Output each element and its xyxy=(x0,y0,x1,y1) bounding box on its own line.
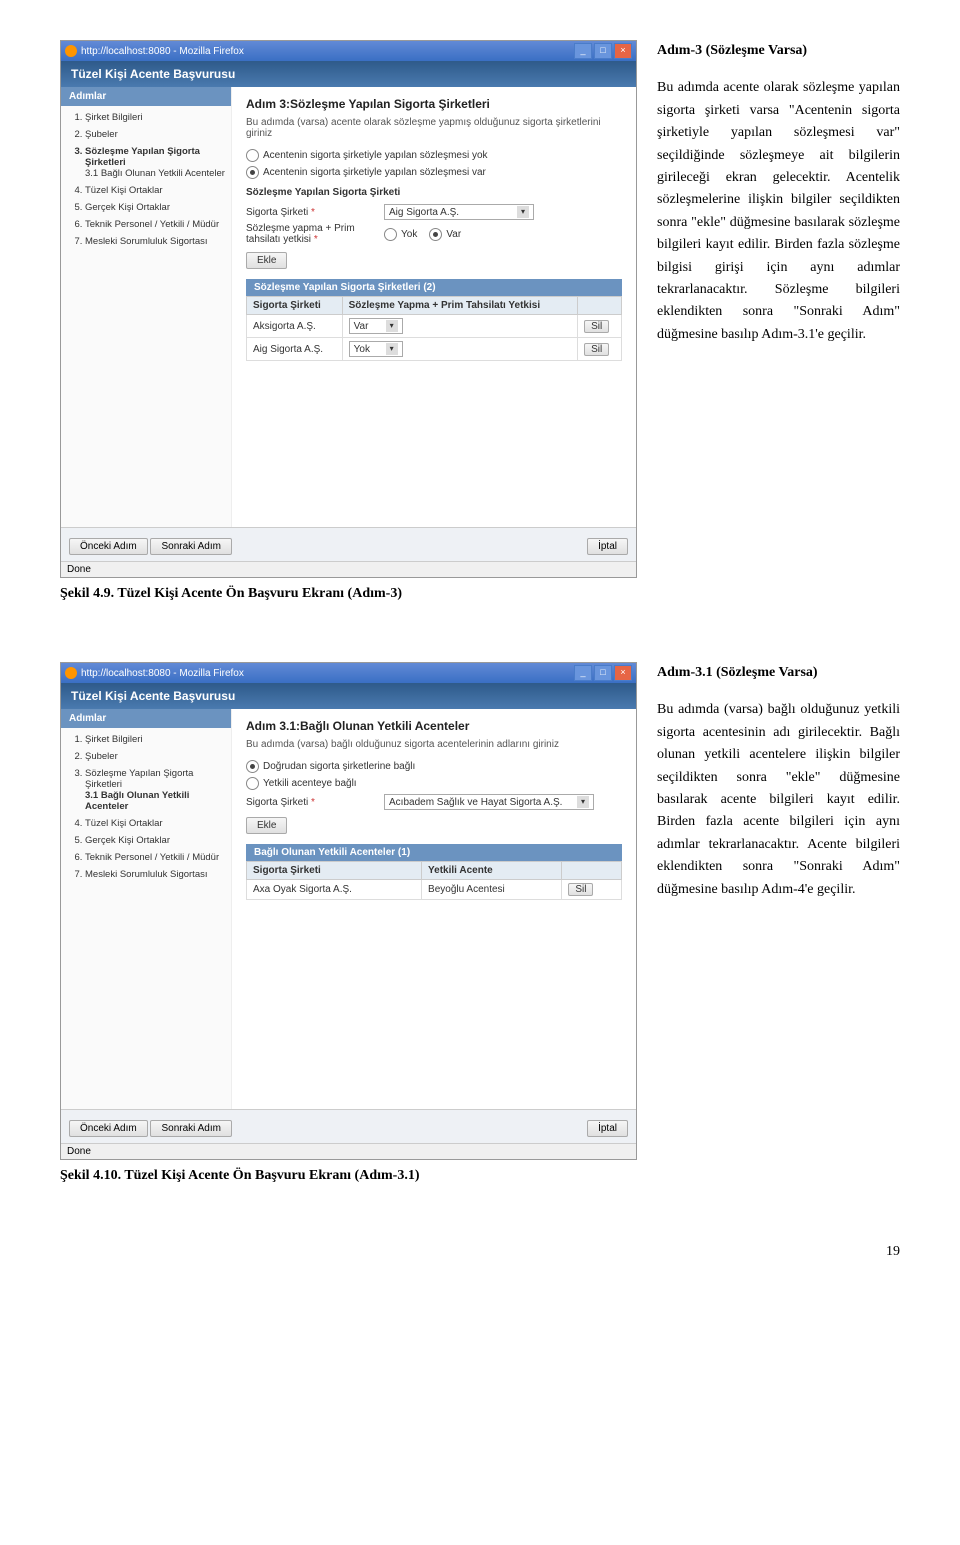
content-desc: Bu adımda (varsa) acente olarak sözleşme… xyxy=(246,117,622,139)
radio-icon xyxy=(246,760,259,773)
section-heading: Adım-3.1 (Sözleşme Varsa) xyxy=(657,662,900,684)
radio-icon xyxy=(246,166,259,179)
prev-button[interactable]: Önceki Adım xyxy=(69,538,148,555)
next-button[interactable]: Sonraki Adım xyxy=(150,1120,231,1137)
radio-yok[interactable]: Yok xyxy=(384,228,417,241)
step-3-1[interactable]: 3.1 Bağlı Olunan Yetkili Acenteler xyxy=(85,168,227,179)
screenshot-adim3-1: http://localhost:8080 - Mozilla Firefox … xyxy=(60,662,637,1160)
firefox-icon xyxy=(65,45,77,57)
table-head: Sözleşme Yapılan Sigorta Şirketleri (2) xyxy=(246,279,622,296)
maximize-button[interactable]: □ xyxy=(594,43,612,59)
label-yetki: Sözleşme yapma + Prim tahsilatı yetkisi … xyxy=(246,223,376,245)
cancel-button[interactable]: İptal xyxy=(587,538,628,555)
step-5[interactable]: Gerçek Kişi Ortaklar xyxy=(85,835,227,846)
sil-button[interactable]: Sil xyxy=(584,343,609,356)
radio-var[interactable]: Var xyxy=(429,228,461,241)
sil-button[interactable]: Sil xyxy=(584,320,609,333)
yetki-select[interactable]: Var▾ xyxy=(349,318,403,334)
ekle-button[interactable]: Ekle xyxy=(246,817,287,834)
minimize-button[interactable]: _ xyxy=(574,665,592,681)
status-bar: Done xyxy=(61,561,636,577)
section-paragraph: Bu adımda (varsa) bağlı olduğunuz yetkil… xyxy=(657,699,900,901)
cancel-button[interactable]: İptal xyxy=(587,1120,628,1137)
step-4[interactable]: Tüzel Kişi Ortaklar xyxy=(85,185,227,196)
label-company: Sigorta Şirketi * xyxy=(246,207,376,218)
radio-icon xyxy=(384,228,397,241)
step-4[interactable]: Tüzel Kişi Ortaklar xyxy=(85,818,227,829)
th-company: Sigorta Şirketi xyxy=(247,297,343,315)
figure-caption: Şekil 4.10. Tüzel Kişi Acente Ön Başvuru… xyxy=(60,1168,637,1184)
table-row: Aksigorta A.Ş. Var▾ Sil xyxy=(247,315,622,338)
radio-has-contract[interactable]: Acentenin sigorta şirketiyle yapılan söz… xyxy=(246,166,622,179)
company-select[interactable]: Aig Sigorta A.Ş. ▾ xyxy=(384,204,534,220)
step-3[interactable]: Sözleşme Yapılan Şigorta Şirketleri 3.1 … xyxy=(85,768,227,812)
page-title: Tüzel Kişi Acente Başvurusu xyxy=(61,683,636,709)
browser-titlebar: http://localhost:8080 - Mozilla Firefox … xyxy=(61,663,636,683)
status-bar: Done xyxy=(61,1143,636,1159)
label-company: Sigorta Şirketi * xyxy=(246,797,376,808)
sidebar-head: Adımlar xyxy=(61,709,231,728)
section-heading: Adım-3 (Sözleşme Varsa) xyxy=(657,40,900,62)
step-7[interactable]: Mesleki Sorumluluk Sigortası xyxy=(85,869,227,880)
step-2[interactable]: Şubeler xyxy=(85,129,227,140)
prev-button[interactable]: Önceki Adım xyxy=(69,1120,148,1137)
close-button[interactable]: × xyxy=(614,665,632,681)
table-head: Bağlı Olunan Yetkili Acenteler (1) xyxy=(246,844,622,861)
chevron-down-icon: ▾ xyxy=(517,206,529,218)
table-row: Aig Sigorta A.Ş. Yok▾ Sil xyxy=(247,338,622,361)
maximize-button[interactable]: □ xyxy=(594,665,612,681)
browser-titlebar: http://localhost:8080 - Mozilla Firefox … xyxy=(61,41,636,61)
page-number: 19 xyxy=(60,1244,900,1260)
step-7[interactable]: Mesleki Sorumluluk Sigortası xyxy=(85,236,227,247)
radio-no-contract[interactable]: Acentenin sigorta şirketiyle yapılan söz… xyxy=(246,149,622,162)
steps-sidebar: Adımlar Şirket Bilgileri Şubeler Sözleşm… xyxy=(61,709,232,1109)
radio-agent[interactable]: Yetkili acenteye bağlı xyxy=(246,777,622,790)
company-select[interactable]: Acıbadem Sağlık ve Hayat Sigorta A.Ş. ▾ xyxy=(384,794,594,810)
browser-title: http://localhost:8080 - Mozilla Firefox xyxy=(81,668,244,679)
step-1[interactable]: Şirket Bilgileri xyxy=(85,734,227,745)
step-1[interactable]: Şirket Bilgileri xyxy=(85,112,227,123)
firefox-icon xyxy=(65,667,77,679)
section-paragraph: Bu adımda acente olarak sözleşme yapılan… xyxy=(657,77,900,346)
browser-title: http://localhost:8080 - Mozilla Firefox xyxy=(81,46,244,57)
radio-icon xyxy=(429,228,442,241)
step-6[interactable]: Teknik Personel / Yetkili / Müdür xyxy=(85,219,227,230)
table-row: Axa Oyak Sigorta A.Ş. Beyoğlu Acentesi S… xyxy=(247,880,622,900)
sil-button[interactable]: Sil xyxy=(568,883,593,896)
step-3[interactable]: Sözleşme Yapılan Şigorta Şirketleri 3.1 … xyxy=(85,146,227,179)
steps-sidebar: Adımlar Şirket Bilgileri Şubeler Sözleşm… xyxy=(61,87,232,527)
page-title: Tüzel Kişi Acente Başvurusu xyxy=(61,61,636,87)
step-3-1[interactable]: 3.1 Bağlı Olunan Yetkili Acenteler xyxy=(85,790,227,812)
figure-caption: Şekil 4.9. Tüzel Kişi Acente Ön Başvuru … xyxy=(60,586,637,602)
chevron-down-icon: ▾ xyxy=(386,343,398,355)
screenshot-adim3: http://localhost:8080 - Mozilla Firefox … xyxy=(60,40,637,578)
subheading: Sözleşme Yapılan Sigorta Şirketi xyxy=(246,187,622,198)
th-yetki: Sözleşme Yapma + Prim Tahsilatı Yetkisi xyxy=(342,297,577,315)
step-5[interactable]: Gerçek Kişi Ortaklar xyxy=(85,202,227,213)
sidebar-head: Adımlar xyxy=(61,87,231,106)
radio-direct[interactable]: Doğrudan sigorta şirketlerine bağlı xyxy=(246,760,622,773)
content-desc: Bu adımda (varsa) bağlı olduğunuz sigort… xyxy=(246,739,622,750)
agents-table: Sigorta Şirketi Yetkili Acente Axa Oyak … xyxy=(246,861,622,900)
next-button[interactable]: Sonraki Adım xyxy=(150,538,231,555)
companies-table: Sigorta Şirketi Sözleşme Yapma + Prim Ta… xyxy=(246,296,622,361)
minimize-button[interactable]: _ xyxy=(574,43,592,59)
yetki-select[interactable]: Yok▾ xyxy=(349,341,403,357)
th-agent: Yetkili Acente xyxy=(422,862,562,880)
th-company: Sigorta Şirketi xyxy=(247,862,422,880)
chevron-down-icon: ▾ xyxy=(386,320,398,332)
ekle-button[interactable]: Ekle xyxy=(246,252,287,269)
chevron-down-icon: ▾ xyxy=(577,796,589,808)
step-2[interactable]: Şubeler xyxy=(85,751,227,762)
step-6[interactable]: Teknik Personel / Yetkili / Müdür xyxy=(85,852,227,863)
radio-icon xyxy=(246,149,259,162)
content-heading: Adım 3:Sözleşme Yapılan Sigorta Şirketle… xyxy=(246,97,622,111)
close-button[interactable]: × xyxy=(614,43,632,59)
content-heading: Adım 3.1:Bağlı Olunan Yetkili Acenteler xyxy=(246,719,622,733)
radio-icon xyxy=(246,777,259,790)
